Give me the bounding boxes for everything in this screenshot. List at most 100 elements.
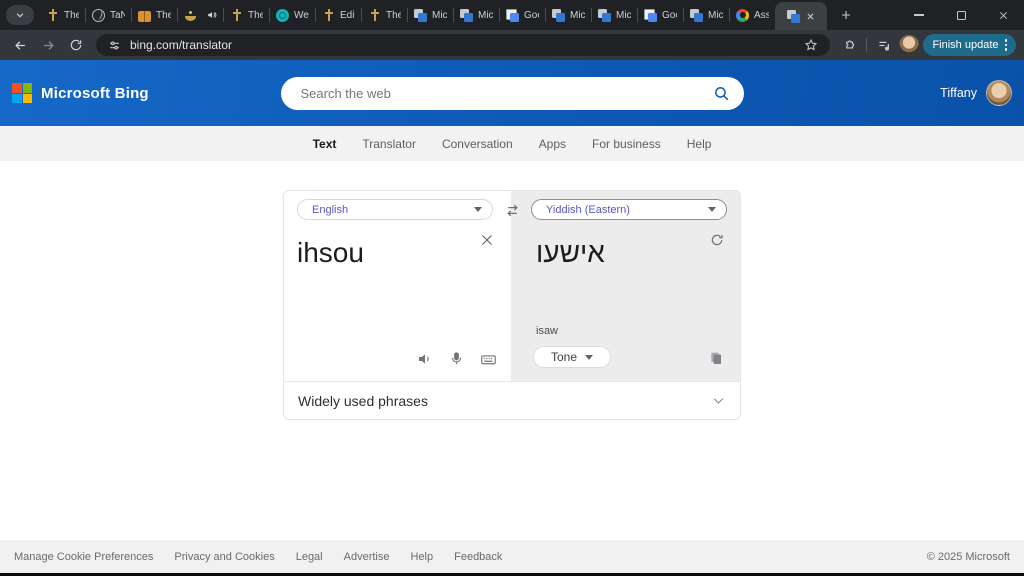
speaker-icon[interactable]	[417, 351, 433, 368]
url-text[interactable]: bing.com/translator	[130, 38, 792, 52]
target-panel: Yiddish (Eastern) אישעו isaw Tone	[511, 191, 740, 381]
swap-languages-button[interactable]	[500, 198, 524, 222]
tab-text[interactable]: Text	[313, 137, 337, 151]
transliteration-text: isaw	[536, 325, 558, 337]
browser-tab[interactable]: Goo	[500, 1, 545, 29]
close-icon	[479, 232, 495, 248]
plus-icon	[840, 9, 852, 21]
tab-title: Mic	[570, 10, 585, 21]
translator-card: English ihsou	[283, 190, 741, 420]
browser-tab[interactable]: Mic	[592, 1, 637, 29]
bookmark-star-icon[interactable]	[800, 34, 822, 56]
tab-title: Goo	[662, 10, 677, 21]
maximize-icon	[957, 11, 966, 20]
finish-update-label: Finish update	[932, 39, 998, 51]
avatar[interactable]	[986, 80, 1012, 106]
browser-tab[interactable]: Mic	[546, 1, 591, 29]
tab-search-button[interactable]	[6, 5, 34, 25]
translator-nav: Text Translator Conversation Apps For bu…	[0, 126, 1024, 161]
browser-tab[interactable]: The	[224, 1, 269, 29]
browser-tab[interactable]: Mic	[454, 1, 499, 29]
footer-link-help[interactable]: Help	[410, 551, 433, 563]
tone-label: Tone	[551, 350, 577, 364]
footer-link-cookies-pref[interactable]: Manage Cookie Preferences	[14, 551, 153, 563]
tab-title: Mic	[616, 10, 631, 21]
clear-text-button[interactable]	[479, 232, 495, 248]
web-search-box[interactable]	[281, 77, 744, 110]
copy-button[interactable]	[708, 350, 724, 366]
reload-icon	[69, 38, 83, 52]
browser-tab[interactable]: Goo	[638, 1, 683, 29]
browser-tab[interactable]: We	[270, 1, 315, 29]
copyright-text: © 2025 Microsoft	[927, 551, 1010, 563]
browser-tab[interactable]: Mic	[408, 1, 453, 29]
browser-profile-avatar[interactable]	[899, 35, 919, 55]
reload-button[interactable]	[64, 33, 88, 57]
footer-link-legal[interactable]: Legal	[296, 551, 323, 563]
globe-icon	[92, 9, 105, 22]
target-language-dropdown[interactable]: Yiddish (Eastern)	[531, 199, 727, 220]
tab-for-business[interactable]: For business	[592, 137, 661, 151]
copy-icon	[708, 350, 724, 366]
close-button[interactable]	[982, 0, 1024, 30]
browser-tab[interactable]: The	[132, 1, 177, 29]
tab-title: TaN	[110, 10, 125, 21]
search-input[interactable]	[301, 86, 713, 101]
bing-logo[interactable]: Microsoft Bing	[12, 83, 277, 103]
close-icon	[998, 10, 1009, 21]
browser-tab[interactable]: The	[362, 1, 407, 29]
maximize-button[interactable]	[940, 0, 982, 30]
browser-tab[interactable]: TaN	[86, 1, 131, 29]
tone-dropdown[interactable]: Tone	[533, 346, 611, 368]
back-icon	[13, 38, 28, 53]
window-controls	[898, 0, 1024, 30]
media-controls-button[interactable]	[873, 34, 895, 56]
tab-title: Mic	[432, 10, 447, 21]
forward-icon	[41, 38, 56, 53]
browser-menu-icon[interactable]	[1005, 39, 1008, 51]
footer-link-feedback[interactable]: Feedback	[454, 551, 502, 563]
back-button[interactable]	[8, 33, 32, 57]
tab-close-icon[interactable]	[806, 12, 815, 21]
forward-button[interactable]	[36, 33, 60, 57]
browser-tab[interactable]: The	[40, 1, 85, 29]
browser-toolbar: bing.com/translator Finish update	[0, 30, 1024, 60]
puzzle-icon	[842, 38, 856, 52]
finish-update-button[interactable]: Finish update	[923, 34, 1016, 56]
widely-used-phrases-accordion[interactable]: Widely used phrases	[284, 381, 740, 419]
account-menu[interactable]: Tiffany	[747, 80, 1012, 106]
new-tab-button[interactable]	[833, 2, 859, 28]
browser-tab[interactable]: F	[178, 1, 223, 29]
tab-conversation[interactable]: Conversation	[442, 137, 513, 151]
audio-playing-icon[interactable]	[207, 10, 217, 20]
target-language-label: Yiddish (Eastern)	[546, 204, 708, 216]
tab-translator[interactable]: Translator	[362, 137, 416, 151]
tab-title: Mic	[478, 10, 493, 21]
extensions-button[interactable]	[838, 34, 860, 56]
tab-apps[interactable]: Apps	[539, 137, 566, 151]
search-icon[interactable]	[713, 85, 730, 102]
browser-tab[interactable]: Mic	[684, 1, 729, 29]
chevron-down-icon	[708, 207, 716, 212]
keyboard-icon[interactable]	[480, 351, 497, 368]
playlist-music-icon	[877, 38, 892, 53]
footer-link-privacy[interactable]: Privacy and Cookies	[174, 551, 274, 563]
page-footer: Manage Cookie Preferences Privacy and Co…	[0, 540, 1024, 573]
browser-tab[interactable]: Edit	[316, 1, 361, 29]
tab-help[interactable]: Help	[687, 137, 712, 151]
browser-tab[interactable]: Ass	[730, 1, 775, 29]
ms-translator-icon	[690, 9, 703, 22]
footer-link-advertise[interactable]: Advertise	[344, 551, 390, 563]
google-translate-icon	[644, 9, 657, 22]
bing-header: Microsoft Bing Tiffany	[0, 60, 1024, 126]
address-bar[interactable]: bing.com/translator	[96, 34, 830, 56]
active-browser-tab[interactable]	[775, 2, 827, 30]
lamp-icon	[184, 9, 197, 22]
minimize-button[interactable]	[898, 0, 940, 30]
chevron-down-icon	[585, 355, 593, 360]
site-settings-icon[interactable]	[106, 34, 122, 56]
microphone-icon[interactable]	[449, 351, 464, 368]
source-language-dropdown[interactable]: English	[297, 199, 493, 220]
user-name: Tiffany	[940, 86, 977, 100]
retranslate-button[interactable]	[709, 232, 725, 248]
